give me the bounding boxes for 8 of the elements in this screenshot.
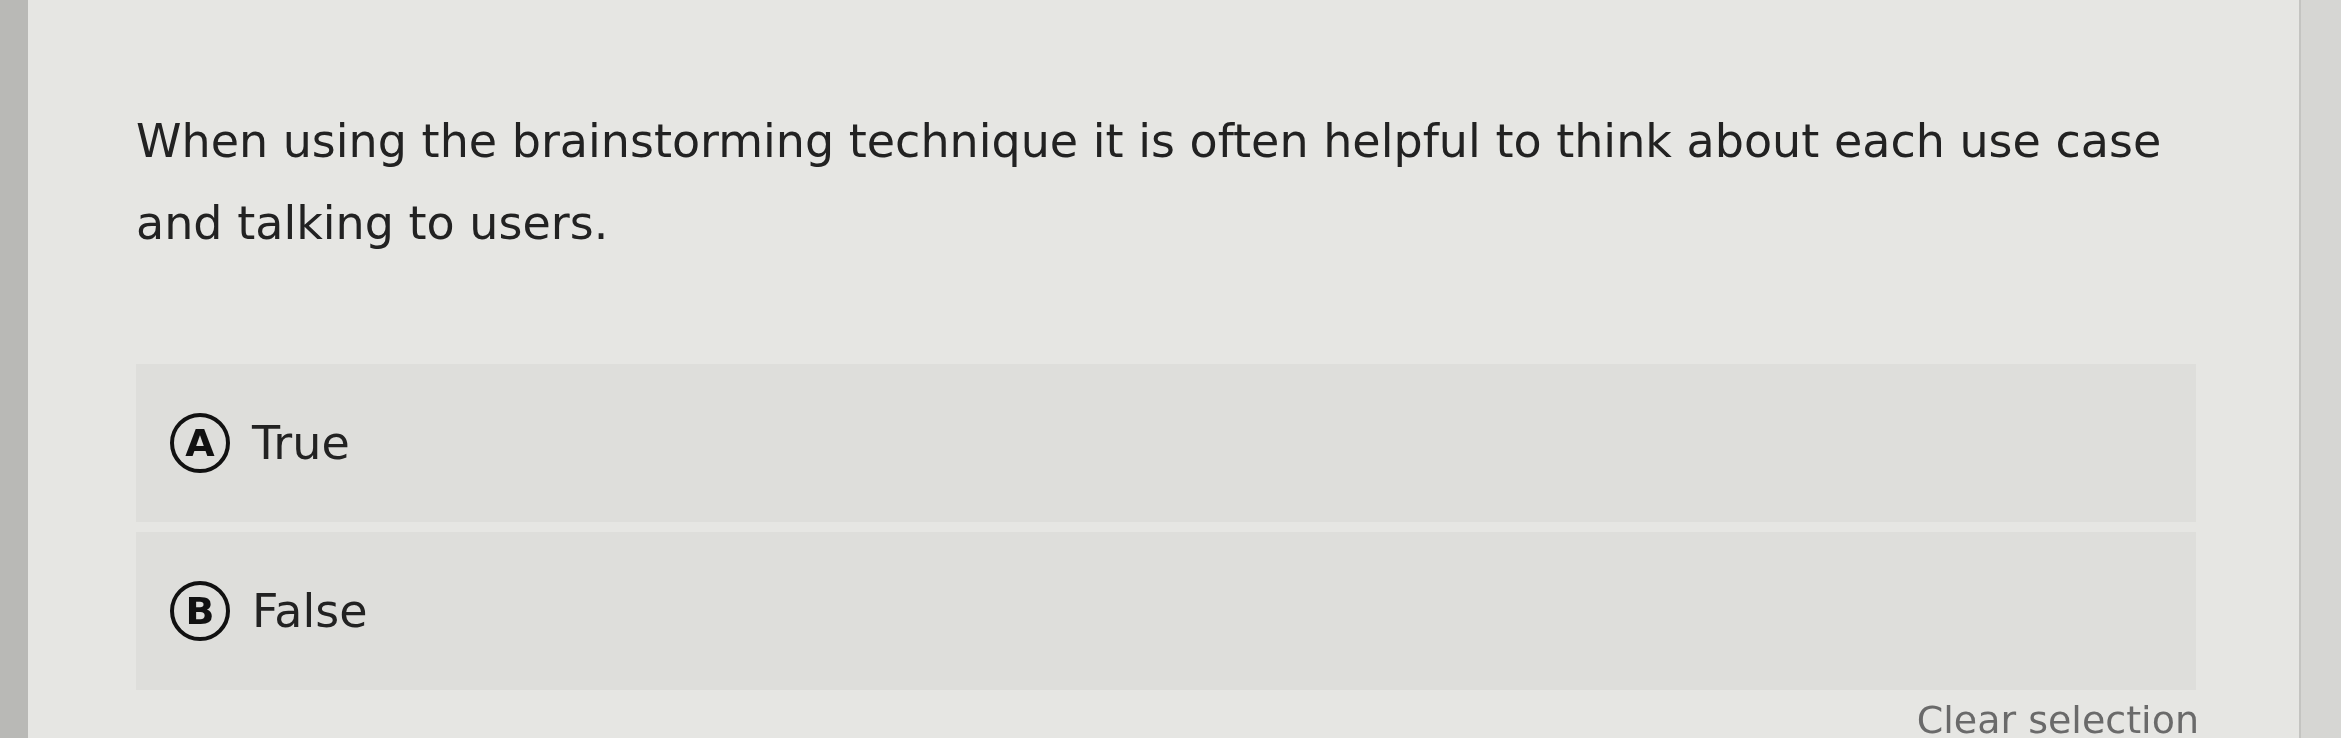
option-letter: B: [170, 581, 230, 641]
answer-option[interactable]: B False: [136, 532, 2196, 690]
clear-selection-link[interactable]: Clear selection: [1916, 698, 2199, 738]
question-text: When using the brainstorming technique it is often helpful to think about each use case and talking to users.: [136, 113, 2163, 252]
option-label: True: [252, 416, 350, 470]
option-letter: A: [170, 413, 230, 473]
option-label: False: [252, 584, 368, 638]
answer-option[interactable]: A True: [136, 364, 2196, 522]
